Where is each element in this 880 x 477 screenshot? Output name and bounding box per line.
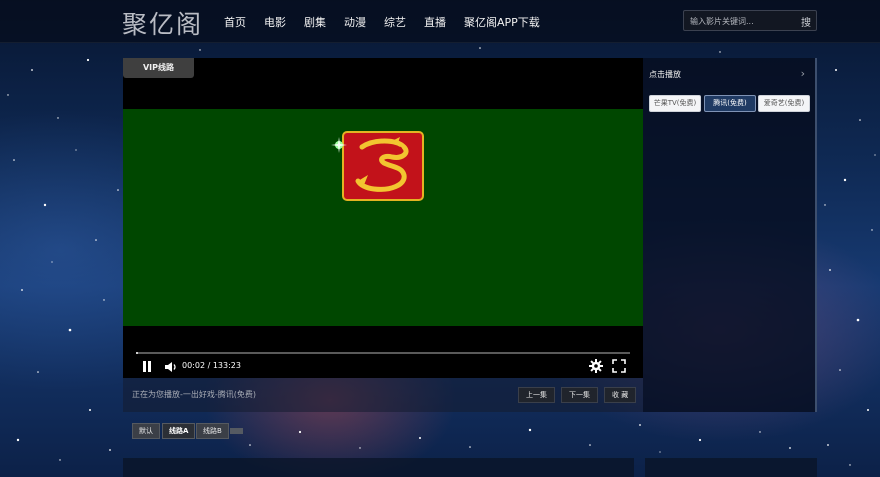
favorite-button[interactable]: 收 藏 xyxy=(604,387,637,403)
source-iqiyi[interactable]: 爱奇艺(免费) xyxy=(758,95,810,112)
nav-item-anime[interactable]: 动漫 xyxy=(344,14,366,30)
video-player[interactable]: VIP线路 00:02 / 133:23 xyxy=(123,58,643,378)
video-frame[interactable] xyxy=(123,109,643,326)
search-box: 搜 xyxy=(683,10,817,31)
route-a[interactable]: 线路A xyxy=(162,423,196,439)
dragon-logo-icon xyxy=(342,131,424,201)
main-nav: 首页 电影 剧集 动漫 综艺 直播 聚亿阁APP下载 xyxy=(215,0,549,43)
source-mango-tv[interactable]: 芒果TV(免费) xyxy=(649,95,701,112)
fullscreen-icon[interactable] xyxy=(612,359,626,373)
gear-icon[interactable] xyxy=(589,359,603,373)
next-episode-button[interactable]: 下一集 xyxy=(561,387,598,403)
playback-source-panel: 点击播放 › 芒果TV(免费) 腾讯(免费) 爱奇艺(免费) xyxy=(643,58,817,412)
site-logo[interactable]: 聚亿阁 xyxy=(122,5,203,41)
search-button[interactable]: 搜 xyxy=(801,14,811,29)
route-b[interactable]: 线路B xyxy=(196,423,229,439)
now-playing-text: 正在为您播放-一出好戏-腾讯(免费) xyxy=(132,390,257,399)
prev-episode-button[interactable]: 上一集 xyxy=(518,387,555,403)
nav-item-app-download[interactable]: 聚亿阁APP下载 xyxy=(464,14,540,30)
route-more[interactable] xyxy=(230,428,243,434)
volume-icon[interactable] xyxy=(164,360,178,374)
content-panel-left xyxy=(123,458,634,477)
nav-item-movies[interactable]: 电影 xyxy=(264,14,286,30)
panel-title: 点击播放 xyxy=(649,70,681,79)
nav-item-series[interactable]: 剧集 xyxy=(304,14,326,30)
playback-time: 00:02 / 133:23 xyxy=(182,361,241,370)
content-panel-right xyxy=(645,458,817,477)
source-tencent[interactable]: 腾讯(免费) xyxy=(704,95,756,112)
progress-fill xyxy=(136,352,139,354)
search-input[interactable] xyxy=(690,13,790,29)
vip-route-tab[interactable]: VIP线路 xyxy=(123,58,194,78)
sparkle-icon xyxy=(331,137,347,153)
top-navigation-bar: 聚亿阁 首页 电影 剧集 动漫 综艺 直播 聚亿阁APP下载 搜 xyxy=(0,0,880,43)
nav-item-home[interactable]: 首页 xyxy=(224,14,246,30)
progress-bar[interactable] xyxy=(136,352,630,354)
chevron-right-icon[interactable]: › xyxy=(801,67,805,80)
pause-icon[interactable] xyxy=(141,360,153,374)
route-default[interactable]: 默认 xyxy=(132,423,160,439)
nav-item-live[interactable]: 直播 xyxy=(424,14,446,30)
now-playing-bar: 正在为您播放-一出好戏-腾讯(免费) 上一集 下一集 收 藏 xyxy=(123,378,643,412)
nav-item-variety[interactable]: 综艺 xyxy=(384,14,406,30)
